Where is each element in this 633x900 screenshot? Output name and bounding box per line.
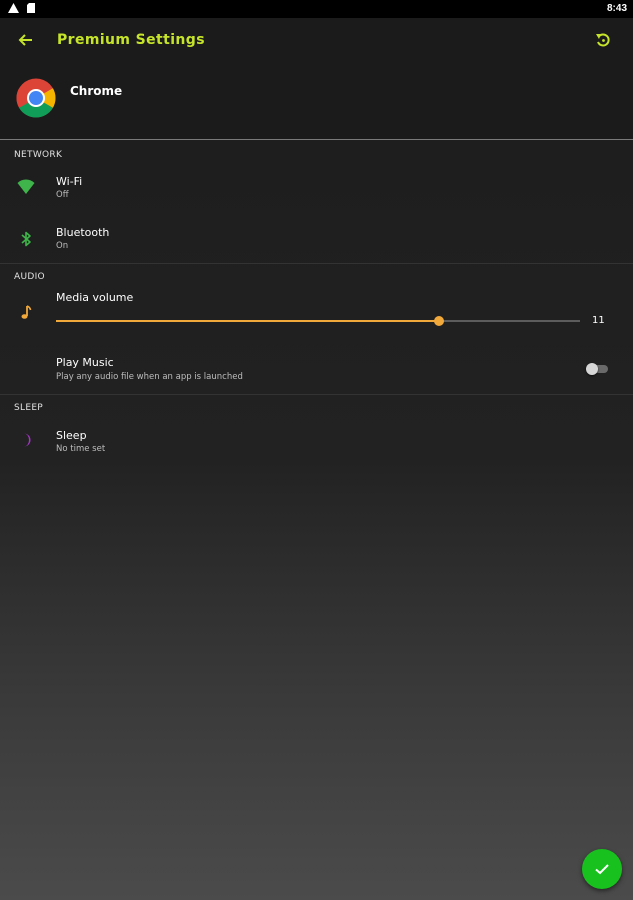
bluetooth-icon	[16, 229, 36, 249]
sleep-subtitle: No time set	[56, 444, 106, 454]
play-music-toggle-knob	[586, 363, 598, 375]
section-divider	[0, 263, 633, 264]
play-music-title: Play Music	[56, 356, 114, 369]
setting-row-media-volume: Media volume	[0, 286, 633, 336]
sleep-title: Sleep	[56, 429, 87, 442]
warning-icon	[8, 0, 19, 18]
wifi-title: Wi-Fi	[56, 175, 83, 188]
status-bar: 8:43	[0, 0, 633, 18]
setting-row-bluetooth[interactable]: Bluetooth On	[0, 219, 633, 263]
header-divider	[0, 139, 633, 140]
sd-card-icon	[27, 0, 35, 18]
section-header-network: NETWORK	[14, 150, 63, 160]
restore-icon[interactable]	[593, 30, 613, 50]
media-volume-slider[interactable]	[56, 316, 580, 326]
wifi-subtitle: Off	[56, 190, 69, 200]
status-icons	[8, 3, 35, 15]
arrow-back-icon[interactable]	[16, 30, 36, 50]
wifi-icon	[16, 177, 36, 197]
media-volume-slider-fill	[56, 320, 439, 322]
music-note-icon	[16, 303, 36, 323]
status-time: 8:43	[606, 3, 627, 14]
chrome-icon	[16, 78, 56, 118]
moon-icon	[16, 430, 36, 450]
bluetooth-title: Bluetooth	[56, 226, 110, 239]
app-name: Chrome	[70, 84, 123, 98]
app-header: Premium Settings Chrome	[0, 18, 633, 140]
setting-row-sleep[interactable]: Sleep No time set	[0, 422, 633, 466]
setting-row-wifi[interactable]: Wi-Fi Off	[0, 168, 633, 212]
setting-row-play-music[interactable]: Play Music Play any audio file when an a…	[0, 352, 633, 388]
media-volume-slider-thumb[interactable]	[433, 316, 444, 326]
play-music-subtitle: Play any audio file when an app is launc…	[56, 372, 243, 382]
section-header-audio: AUDIO	[14, 272, 45, 282]
page-title: Premium Settings	[57, 32, 205, 48]
confirm-fab-button[interactable]	[582, 849, 622, 889]
media-volume-value: 11	[592, 315, 605, 326]
bluetooth-subtitle: On	[56, 241, 69, 251]
check-icon	[595, 864, 609, 875]
media-volume-title: Media volume	[56, 291, 134, 304]
section-divider	[0, 394, 633, 395]
section-header-sleep: SLEEP	[14, 403, 44, 413]
play-music-toggle[interactable]	[586, 363, 608, 375]
